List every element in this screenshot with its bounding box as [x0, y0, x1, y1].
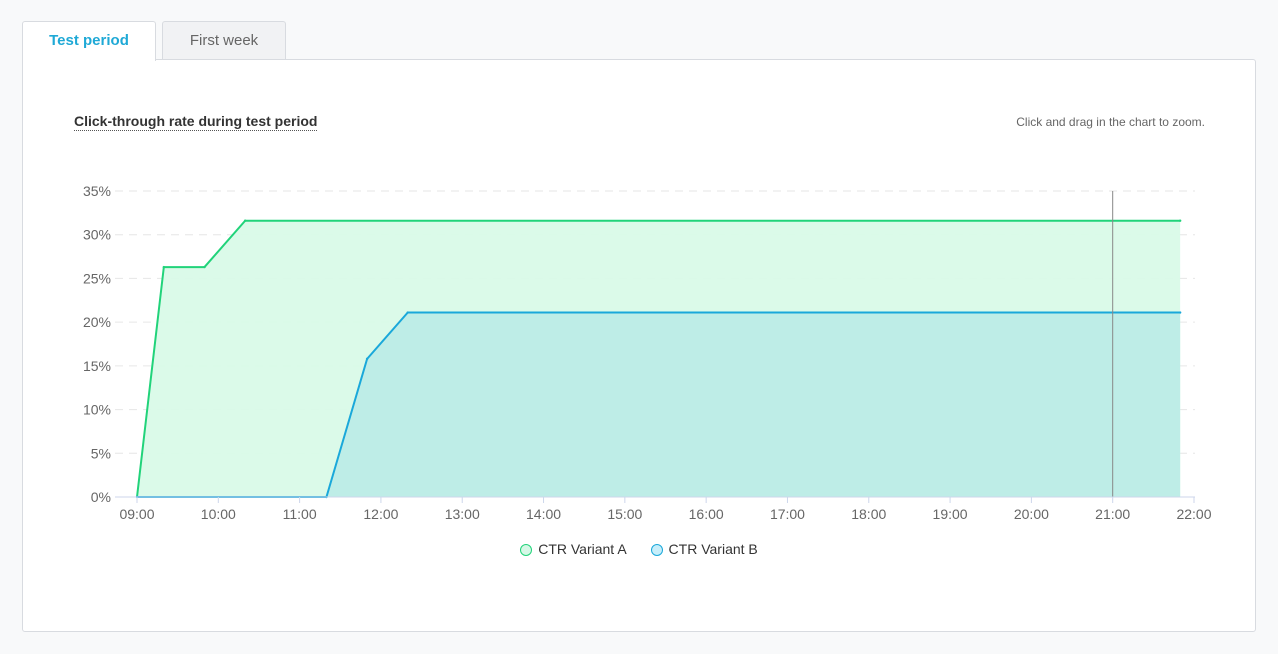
y-tick-label-25: 25% [83, 270, 111, 286]
x-tick-label-12: 12:00 [363, 506, 398, 522]
x-tick-label-10: 10:00 [201, 506, 236, 522]
chart-panel: Click-through rate during test period Cl… [22, 59, 1256, 632]
tab-first-week[interactable]: First week [162, 21, 286, 59]
tab-test-period[interactable]: Test period [22, 21, 156, 61]
legend-item-variant-a[interactable]: CTR Variant A [520, 541, 627, 557]
series-point-a-1 [162, 265, 166, 269]
x-tick-label-21: 21:00 [1095, 506, 1130, 522]
series-point-a-4 [1178, 219, 1182, 222]
series-point-a-2 [203, 265, 206, 269]
series-point-b-4 [1178, 311, 1182, 314]
x-tick-label-19: 19:00 [933, 506, 968, 522]
y-tick-label-35: 35% [83, 183, 111, 199]
legend-label-variant-a: CTR Variant A [538, 541, 627, 557]
x-tick-label-9: 09:00 [119, 506, 154, 522]
x-tick-label-14: 14:00 [526, 506, 561, 522]
y-tick-label-0: 0% [91, 489, 111, 505]
x-tick-label-15: 15:00 [607, 506, 642, 522]
legend-item-variant-b[interactable]: CTR Variant B [650, 541, 758, 557]
y-tick-label-15: 15% [83, 358, 111, 374]
y-tick-label-30: 30% [83, 227, 111, 243]
series-point-b-2 [365, 357, 369, 361]
x-tick-label-17: 17:00 [770, 506, 805, 522]
y-tick-label-20: 20% [83, 314, 111, 330]
y-tick-label-5: 5% [91, 445, 111, 461]
legend-swatch-a-icon [520, 544, 533, 556]
series-point-b-3 [406, 311, 409, 314]
x-tick-label-18: 18:00 [851, 506, 886, 522]
chart-legend: CTR Variant A CTR Variant B [23, 541, 1255, 557]
x-tick-label-11: 11:00 [283, 506, 317, 522]
x-tick-label-16: 16:00 [689, 506, 724, 522]
x-tick-label-20: 20:00 [1014, 506, 1049, 522]
y-tick-label-10: 10% [83, 402, 111, 418]
chart-plot[interactable]: 0% 5% 10% 15% 20% 25% 30% 35% 09:00 10:00 11:00 12:… [23, 60, 1255, 580]
x-tick-label-13: 13:00 [445, 506, 480, 522]
legend-label-variant-b: CTR Variant B [668, 541, 758, 557]
legend-swatch-b-icon [650, 544, 663, 556]
x-tick-label-22: 22:00 [1176, 506, 1211, 522]
series-point-a-3 [243, 219, 247, 222]
